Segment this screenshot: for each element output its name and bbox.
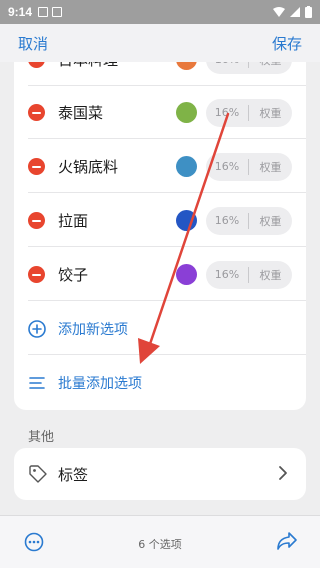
delete-option-icon[interactable]: [28, 104, 45, 121]
list-lines-icon: [29, 376, 45, 389]
option-weight[interactable]: 16% 权重: [206, 98, 292, 127]
weight-label: 权重: [259, 268, 282, 282]
weight-value: 16%: [214, 214, 240, 227]
option-weight[interactable]: 16% 权重: [206, 260, 292, 289]
bottom-bar: 6 个选项: [0, 515, 320, 568]
option-row[interactable]: 拉面 16% 权重: [14, 194, 306, 247]
option-row[interactable]: 火锅底料 16% 权重: [14, 140, 306, 193]
tag-icon: [29, 465, 47, 483]
section-title-other: 其他: [28, 430, 55, 445]
bulk-add-button[interactable]: 批量添加选项: [14, 356, 306, 409]
divider: [28, 300, 306, 301]
option-name[interactable]: 拉面: [58, 210, 88, 231]
delete-option-icon[interactable]: [28, 212, 45, 229]
option-name[interactable]: 饺子: [58, 264, 88, 285]
weight-value: 16%: [214, 160, 240, 173]
signal-icon: [290, 7, 300, 17]
weight-label: 权重: [259, 160, 282, 174]
battery-icon: [305, 6, 312, 18]
cancel-button[interactable]: 取消: [18, 33, 48, 54]
option-row[interactable]: 饺子 16% 权重: [14, 248, 306, 301]
divider: [28, 354, 306, 355]
option-row[interactable]: 泰国菜 16% 权重: [14, 86, 306, 139]
nav-bar: 取消 保存: [0, 24, 320, 62]
divider: [28, 192, 306, 193]
chevron-right-icon: [279, 466, 287, 480]
options-card: 日本料理 16% 权重 泰国菜 16% 权重 火锅底料 16% 权重 拉面: [14, 38, 306, 410]
divider: [28, 246, 306, 247]
plus-circle-icon: [28, 319, 46, 338]
notification-a-icon: [52, 7, 63, 17]
option-weight[interactable]: 16% 权重: [206, 152, 292, 181]
option-color-swatch[interactable]: [176, 210, 197, 231]
weight-value: 16%: [214, 268, 240, 281]
option-color-swatch[interactable]: [176, 156, 197, 177]
option-weight[interactable]: 16% 权重: [206, 206, 292, 235]
delete-option-icon[interactable]: [28, 158, 45, 175]
tags-row[interactable]: 标签: [14, 448, 306, 500]
status-time: 9:14: [8, 5, 33, 19]
delete-option-icon[interactable]: [28, 266, 45, 283]
add-option-button[interactable]: 添加新选项: [14, 302, 306, 355]
option-name[interactable]: 火锅底料: [58, 156, 118, 177]
option-count: 6 个选项: [138, 538, 182, 551]
option-color-swatch[interactable]: [176, 264, 197, 285]
share-icon[interactable]: [276, 531, 298, 551]
option-color-swatch[interactable]: [176, 102, 197, 123]
notification-icon: [38, 7, 49, 17]
weight-label: 权重: [259, 214, 282, 228]
status-icons: [273, 6, 312, 18]
add-option-label[interactable]: 添加新选项: [58, 319, 128, 339]
bulk-add-label[interactable]: 批量添加选项: [58, 373, 142, 393]
save-button[interactable]: 保存: [272, 33, 302, 54]
status-bar: 9:14: [0, 0, 320, 24]
wifi-icon: [273, 7, 285, 17]
option-name[interactable]: 泰国菜: [58, 102, 103, 123]
tags-label[interactable]: 标签: [58, 464, 88, 485]
weight-label: 权重: [259, 106, 282, 120]
weight-value: 16%: [214, 106, 240, 119]
divider: [28, 138, 306, 139]
